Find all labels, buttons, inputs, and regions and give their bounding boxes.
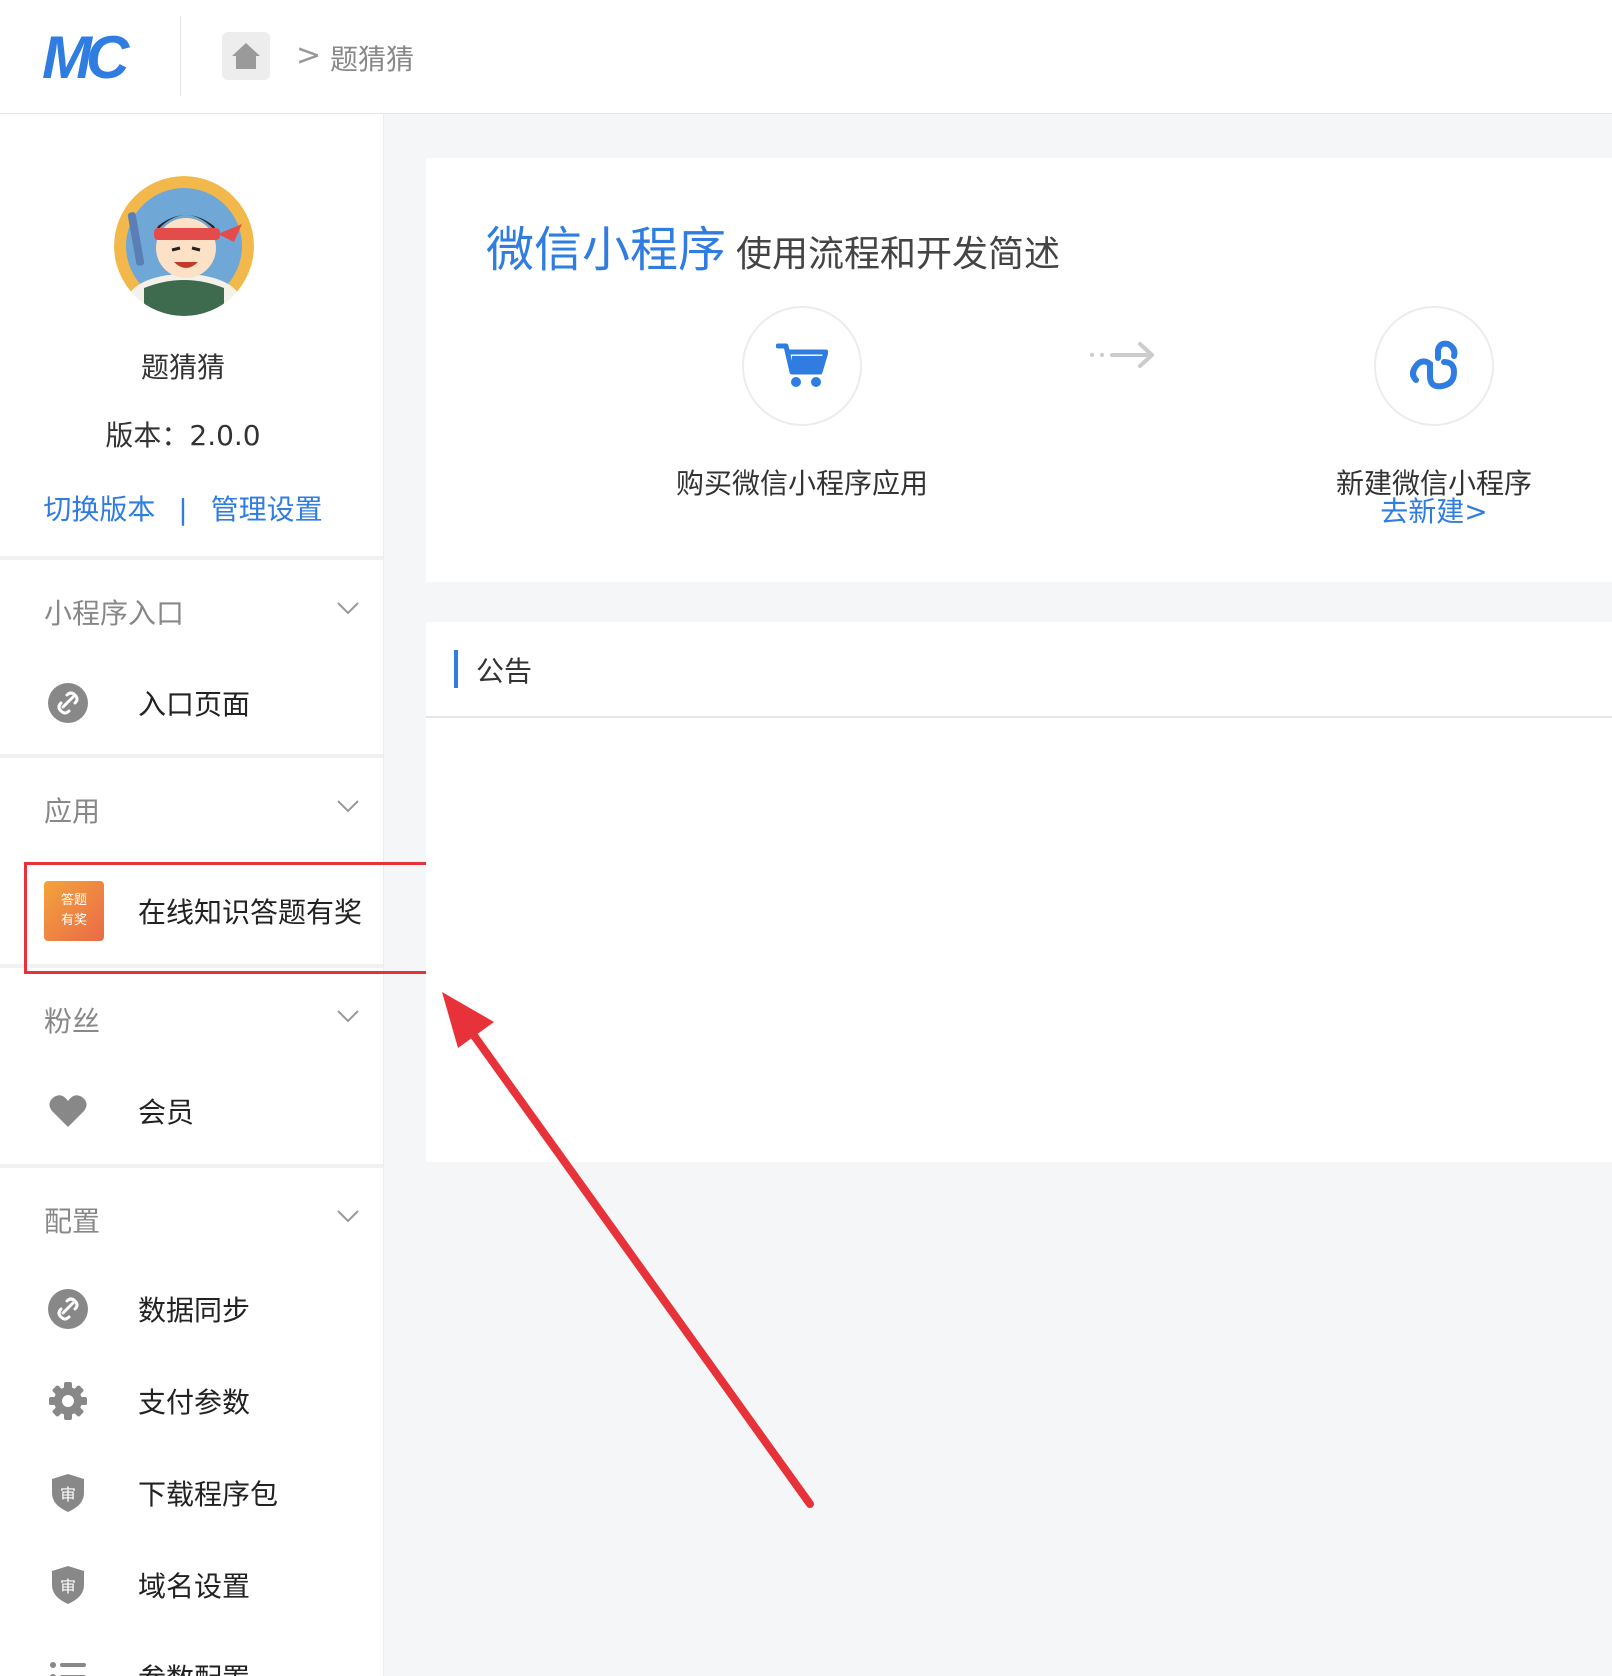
version-label: 版本： [105, 419, 190, 452]
section-divider [0, 754, 383, 758]
highlight-box [24, 862, 438, 974]
heart-icon [46, 1089, 90, 1133]
shield-icon: 审 [46, 1563, 90, 1607]
links-divider: | [178, 493, 188, 526]
sidebar-item-payment-params[interactable]: 支付参数 [0, 1361, 383, 1441]
annotation-arrow-icon [442, 992, 814, 1508]
sidebar-item-label: 数据同步 [138, 1294, 251, 1327]
header-divider [180, 16, 181, 96]
intro-card: 微信小程序 使用流程和开发简述 购买微信小程序应用 新建微信小程序 去新建> [426, 158, 1612, 582]
sidebar-item-domain-settings[interactable]: 审 域名设置 [0, 1545, 383, 1625]
sidebar-item-members[interactable]: 会员 [0, 1071, 383, 1151]
section-divider [0, 1164, 383, 1168]
section-divider [0, 556, 383, 560]
chevron-down-icon[interactable] [336, 596, 360, 620]
chevron-down-icon[interactable] [336, 1004, 360, 1028]
notice-accent-bar [454, 650, 458, 688]
cart-icon [776, 343, 828, 387]
shield-icon: 审 [46, 1471, 90, 1515]
section-title-config[interactable]: 配置 [44, 1200, 100, 1240]
shield-glyph: 审 [60, 1577, 76, 1596]
home-button[interactable] [222, 32, 270, 80]
list-icon [46, 1655, 90, 1676]
page-title-sub: 使用流程和开发简述 [736, 234, 1061, 275]
chevron-down-icon[interactable] [336, 794, 360, 818]
sidebar-item-label: 域名设置 [138, 1570, 251, 1603]
new-miniprogram-step-button[interactable] [1374, 306, 1494, 426]
sidebar-item-label: 入口页面 [138, 688, 251, 721]
sidebar-item-entry-page[interactable]: 入口页面 [0, 663, 383, 743]
miniprogram-icon [1410, 340, 1458, 390]
sidebar-item-download-package[interactable]: 审 下载程序包 [0, 1453, 383, 1533]
logo[interactable]: MC [42, 28, 142, 88]
chevron-down-icon[interactable] [336, 1204, 360, 1228]
create-new-link[interactable]: 去新建> [1306, 490, 1562, 530]
sidebar-item-label: 参数配置 [138, 1657, 250, 1676]
section-title-fans[interactable]: 粉丝 [44, 1000, 100, 1040]
shield-glyph: 审 [60, 1485, 76, 1504]
page-title-main: 微信小程序 [486, 222, 727, 278]
flow-arrow-icon [1090, 342, 1154, 368]
version-value: 2.0.0 [189, 419, 261, 452]
section-title-entry[interactable]: 小程序入口 [44, 592, 184, 632]
sidebar-item-label: 会员 [138, 1096, 195, 1129]
section-title-apps[interactable]: 应用 [44, 790, 100, 830]
gear-icon [46, 1379, 90, 1423]
sidebar-item-label: 支付参数 [138, 1386, 251, 1419]
account-links: 切换版本 | 管理设置 [0, 488, 366, 528]
link-icon [46, 1287, 90, 1331]
version-info: 版本：2.0.0 [0, 414, 366, 454]
breadcrumb-current[interactable]: 题猜猜 [330, 38, 414, 78]
link-icon [46, 681, 90, 725]
buy-app-step-label: 购买微信小程序应用 [675, 467, 928, 500]
notice-title: 公告 [476, 655, 533, 688]
buy-app-step-button[interactable] [742, 306, 862, 426]
manage-settings-link[interactable]: 管理设置 [211, 488, 323, 528]
notice-header: 公告 [426, 622, 1612, 718]
avatar[interactable] [114, 176, 254, 316]
top-bar: MC > 题猜猜 [0, 0, 1612, 114]
switch-version-link[interactable]: 切换版本 [43, 488, 155, 528]
breadcrumb-separator: > [296, 38, 322, 73]
home-icon [232, 43, 260, 69]
sidebar-item-data-sync[interactable]: 数据同步 [0, 1269, 383, 1349]
sidebar-item-param-config[interactable]: 参数配置 [0, 1637, 383, 1676]
sidebar-item-label: 下载程序包 [138, 1478, 279, 1511]
page-title: 微信小程序 使用流程和开发简述 [486, 210, 1060, 280]
user-name: 题猜猜 [140, 351, 225, 384]
